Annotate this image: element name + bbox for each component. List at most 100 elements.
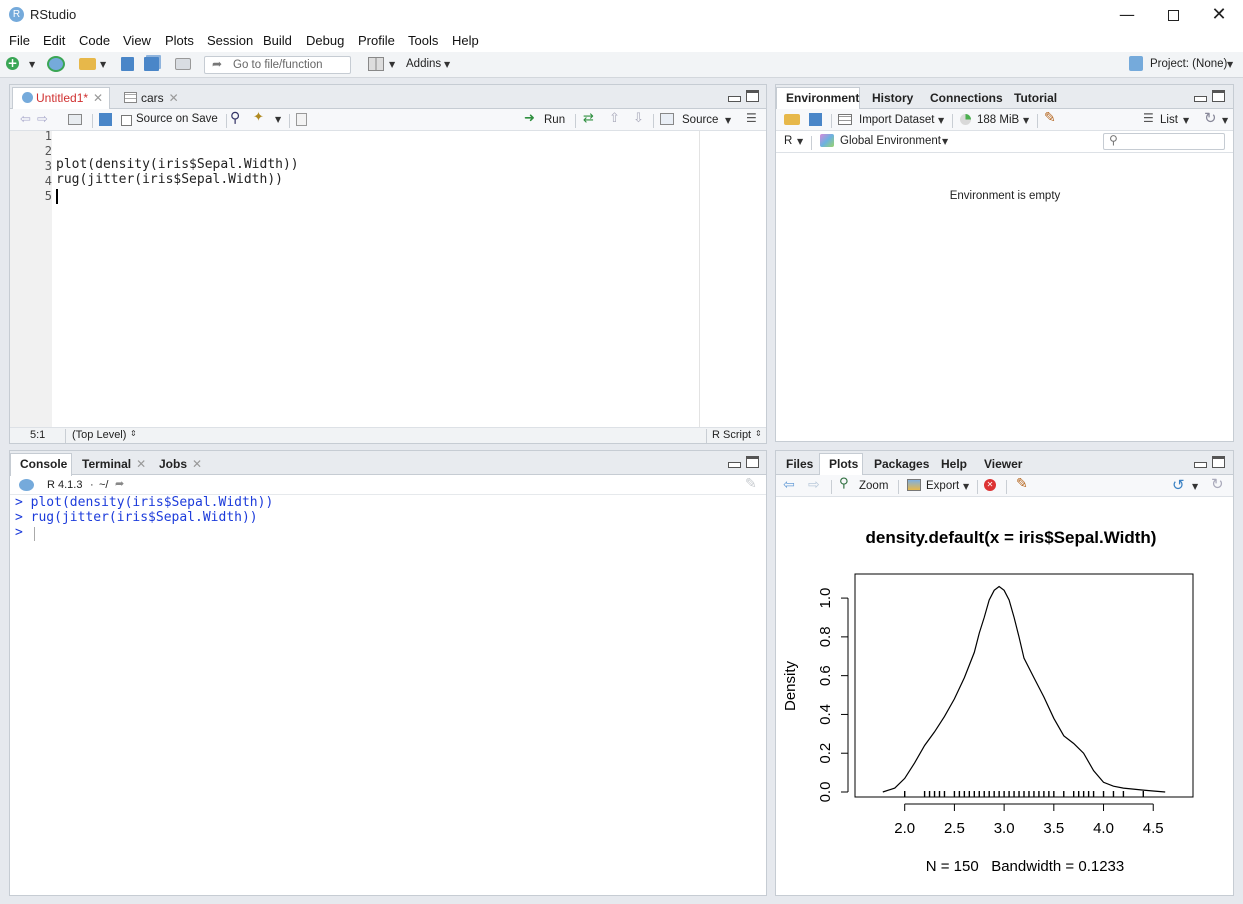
project-dropdown-icon[interactable]: ▼ [1227, 60, 1233, 69]
export-dropdown-icon[interactable]: ▼ [963, 482, 969, 491]
maximize-pane-icon[interactable] [746, 456, 759, 469]
tab-tutorial[interactable]: Tutorial [1004, 87, 1067, 109]
filetype-selector[interactable]: R Script [712, 429, 751, 441]
minimize-pane-icon[interactable] [1194, 90, 1207, 103]
memory-usage[interactable]: 188 MiB [977, 114, 1019, 126]
maximize-pane-icon[interactable] [1212, 90, 1225, 103]
addins-dropdown-icon[interactable]: ▼ [444, 60, 450, 69]
tab-terminal[interactable]: Terminal ✕ [72, 453, 156, 475]
previous-plot-icon[interactable]: ⇦ [783, 477, 795, 493]
tab-plots[interactable]: Plots [819, 453, 863, 476]
code-line[interactable]: rug(jitter(iris$Sepal.Width)) [56, 172, 283, 187]
new-project-icon[interactable] [47, 56, 65, 72]
close-tab-icon[interactable]: ✕ [169, 91, 179, 105]
tab-packages[interactable]: Packages [864, 453, 939, 475]
show-in-window-icon[interactable] [68, 114, 82, 125]
export-icon[interactable] [907, 479, 921, 491]
minimize-pane-icon[interactable] [728, 90, 741, 103]
outline-icon[interactable]: ☰ [746, 111, 757, 125]
maximize-pane-icon[interactable] [1212, 456, 1225, 469]
close-tab-icon[interactable]: ✕ [93, 91, 103, 105]
tab-viewer[interactable]: Viewer [974, 453, 1032, 475]
import-dataset-button[interactable]: Import Dataset [859, 114, 934, 126]
menu-code[interactable]: Code [79, 33, 110, 48]
language-dropdown-icon[interactable]: ▼ [797, 137, 803, 146]
broom-icon[interactable]: ✎ [1016, 476, 1028, 492]
refresh-icon[interactable]: ↻ [1204, 109, 1217, 127]
scope-dropdown-icon[interactable]: ▼ [942, 137, 948, 146]
tab-jobs[interactable]: Jobs ✕ [149, 453, 212, 475]
working-directory[interactable]: ~/ [99, 479, 108, 491]
project-menu[interactable]: Project: (None) [1150, 58, 1227, 70]
view-mode-selector[interactable]: List [1160, 114, 1178, 126]
goto-file-input[interactable]: ➦ Go to file/function [204, 56, 351, 74]
filetype-updown-icon[interactable]: ⇕ [755, 429, 762, 438]
refresh-icon[interactable]: ↻ [1211, 475, 1224, 493]
refresh-dropdown-icon[interactable]: ▼ [1222, 116, 1228, 125]
go-to-directory-icon[interactable]: ➦ [115, 477, 124, 490]
export-button[interactable]: Export [926, 480, 959, 492]
run-button[interactable]: Run [544, 114, 565, 126]
up-arrow-icon[interactable]: ⇧ [609, 111, 620, 126]
memory-dropdown-icon[interactable]: ▼ [1023, 116, 1029, 125]
publish-icon[interactable]: ↺ [1172, 476, 1185, 494]
publish-dropdown-icon[interactable]: ▼ [1192, 482, 1198, 491]
remove-plot-icon[interactable]: ✕ [984, 479, 996, 491]
pane-layout-dropdown-icon[interactable]: ▼ [389, 60, 395, 69]
down-arrow-icon[interactable]: ⇩ [633, 111, 644, 126]
search-icon[interactable]: ⚲ [230, 110, 240, 126]
menu-view[interactable]: View [123, 33, 151, 48]
close-window-button[interactable]: ✕ [1196, 0, 1242, 30]
magic-wand-icon[interactable]: ✦ [253, 110, 264, 125]
minimize-pane-icon[interactable] [1194, 456, 1207, 469]
menu-file[interactable]: File [9, 33, 30, 48]
menu-help[interactable]: Help [452, 33, 479, 48]
list-view-icon[interactable]: ☰ [1143, 111, 1154, 125]
scope-updown-icon[interactable]: ⇕ [130, 429, 137, 438]
environment-search-input[interactable]: ⚲ [1103, 133, 1225, 150]
open-file-icon[interactable] [79, 58, 96, 70]
tab-connections[interactable]: Connections [920, 87, 1013, 109]
save-icon[interactable] [121, 57, 134, 71]
tab-console[interactable]: Console [10, 453, 72, 476]
rerun-icon[interactable]: ⇄ [583, 111, 594, 126]
import-dataset-icon[interactable] [838, 114, 852, 125]
source-arrow-icon[interactable] [660, 113, 674, 125]
next-plot-icon[interactable]: ⇨ [808, 477, 820, 493]
save-workspace-icon[interactable] [809, 113, 822, 126]
source-button[interactable]: Source [682, 114, 718, 126]
new-file-dropdown-icon[interactable]: ▼ [29, 60, 35, 69]
tab-cars[interactable]: cars ✕ [114, 87, 184, 109]
clear-console-icon[interactable]: ✎ [745, 476, 757, 492]
menu-edit[interactable]: Edit [43, 33, 65, 48]
broom-icon[interactable]: ✎ [1044, 110, 1056, 126]
print-icon[interactable] [175, 58, 191, 70]
menu-build[interactable]: Build [263, 33, 292, 48]
source-on-save-checkbox[interactable] [121, 115, 132, 126]
save-all-icon[interactable] [144, 57, 159, 71]
minimize-button[interactable]: — [1104, 0, 1150, 30]
open-file-dropdown-icon[interactable]: ▼ [100, 60, 106, 69]
zoom-icon[interactable]: ⚲ [839, 476, 849, 491]
new-file-icon[interactable]: + [6, 57, 19, 70]
zoom-button[interactable]: Zoom [859, 480, 888, 492]
scope-selector[interactable]: (Top Level) [72, 429, 126, 441]
load-workspace-icon[interactable] [784, 114, 800, 125]
tab-environment[interactable]: Environment [776, 87, 860, 110]
close-tab-icon[interactable]: ✕ [136, 457, 146, 471]
view-mode-dropdown-icon[interactable]: ▼ [1183, 116, 1189, 125]
menu-debug[interactable]: Debug [306, 33, 344, 48]
addins-menu[interactable]: Addins [406, 58, 441, 70]
source-dropdown-icon[interactable]: ▼ [725, 116, 731, 125]
save-icon[interactable] [99, 113, 112, 126]
menu-plots[interactable]: Plots [165, 33, 194, 48]
menu-session[interactable]: Session [207, 33, 253, 48]
menu-profile[interactable]: Profile [358, 33, 395, 48]
pane-layout-icon[interactable] [368, 57, 384, 71]
memory-pie-icon[interactable] [960, 114, 971, 125]
environment-scope-selector[interactable]: Global Environment [840, 135, 941, 147]
language-selector[interactable]: R [784, 135, 792, 147]
import-dropdown-icon[interactable]: ▼ [938, 116, 944, 125]
tab-help[interactable]: Help [931, 453, 977, 475]
run-arrow-icon[interactable]: ➜ [524, 111, 535, 126]
